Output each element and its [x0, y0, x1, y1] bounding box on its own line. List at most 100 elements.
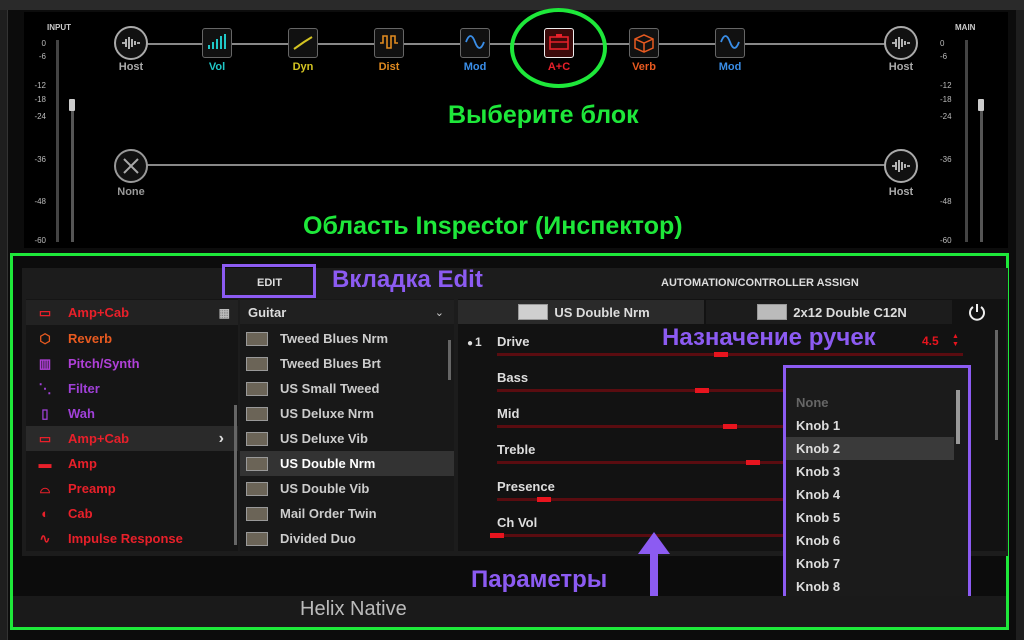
model-item[interactable]: Tweed Blues Brt	[240, 351, 454, 376]
model-filter-dropdown[interactable]: Guitar ⌄	[240, 300, 454, 324]
model-item[interactable]: Mail Order Twin	[240, 501, 454, 526]
power-icon	[969, 304, 985, 321]
main-fader-track	[980, 100, 983, 242]
knob-option[interactable]: Knob 4	[786, 483, 954, 506]
param-label-bass: Bass	[497, 370, 529, 385]
edit-tab-annotation: Вкладка Edit	[332, 266, 483, 293]
block-vol[interactable]	[202, 28, 232, 58]
none-input-block[interactable]	[114, 149, 148, 183]
model-item[interactable]: Tweed Blues Nrm	[240, 326, 454, 351]
param-slider-handle[interactable]	[723, 424, 737, 429]
param-readout: 4.5	[922, 334, 939, 348]
model-item[interactable]: US Small Tweed	[240, 376, 454, 401]
category-item-filter[interactable]: ⋱ Filter	[26, 376, 238, 401]
amp-thumbnail	[246, 506, 268, 521]
knob-option[interactable]: Knob 7	[786, 552, 954, 575]
input-fader[interactable]	[69, 99, 75, 111]
input-meter-tick: -36	[34, 155, 46, 164]
helix-native-window: INPUT MAIN None Host Выберите блок Облас…	[0, 0, 1024, 640]
block-a-c[interactable]	[544, 28, 574, 58]
host-block-input[interactable]	[114, 26, 148, 60]
block-label: Host	[888, 61, 914, 73]
category-label: Amp	[68, 456, 97, 471]
host-output-block-2[interactable]	[884, 149, 918, 183]
category-item-cab[interactable]: ◐ Cab	[26, 501, 238, 526]
knob-assign-dropdown[interactable]: None Knob 1 Knob 2 Knob 3 Knob 4 Knob 5 Knob 6…	[783, 365, 971, 601]
block-label: Verb	[632, 61, 656, 73]
model-label: US Deluxe Nrm	[280, 406, 374, 421]
model-item[interactable]: US Deluxe Nrm	[240, 401, 454, 426]
param-track[interactable]	[497, 353, 963, 356]
cab-model-name: 2x12 Double C12N	[793, 304, 907, 320]
knob-option[interactable]: Knob 6	[786, 529, 954, 552]
knob-option[interactable]: None	[786, 391, 954, 414]
grid-view-icon[interactable]: ▦	[219, 306, 230, 320]
main-fader[interactable]	[978, 99, 984, 111]
footer-title: Helix Native	[300, 598, 407, 620]
block-dist[interactable]	[374, 28, 404, 58]
model-item[interactable]: Divided Duo	[240, 526, 454, 551]
parameter-scrollbar[interactable]	[995, 330, 998, 440]
category-scrollbar[interactable]	[234, 405, 237, 545]
param-slider-handle[interactable]	[714, 352, 728, 357]
model-label: US Small Tweed	[280, 381, 380, 396]
category-item-wah[interactable]: ▯ Wah	[26, 401, 238, 426]
knob-option[interactable]: Knob 3	[786, 460, 954, 483]
category-item-pitch-synth[interactable]: ▥ Pitch/Synth	[26, 351, 238, 376]
category-item-impulse-response[interactable]: ∿ Impulse Response	[26, 526, 238, 551]
category-item-amp[interactable]: ▬ Amp	[26, 451, 238, 476]
amp-thumbnail	[518, 304, 549, 320]
cab-model-tab[interactable]: 2x12 Double C12N	[706, 300, 952, 324]
model-item[interactable]: US Double Vib	[240, 476, 454, 501]
category-label: Cab	[68, 506, 93, 521]
param-slider-handle[interactable]	[537, 497, 551, 502]
model-item[interactable]: US Double Nrm	[240, 451, 454, 476]
block-verb[interactable]	[629, 28, 659, 58]
block-mod-2[interactable]	[715, 28, 745, 58]
dropdown-scrollbar[interactable]	[956, 390, 960, 444]
block-label: Vol	[208, 61, 226, 73]
footer-bar	[13, 596, 1006, 627]
block-dyn[interactable]	[288, 28, 318, 58]
model-filter-value: Guitar	[248, 304, 287, 320]
category-header[interactable]: ▭ Amp+Cab ▦	[26, 300, 238, 325]
knob-option[interactable]: Knob 8	[786, 575, 954, 598]
top-bar	[0, 0, 1024, 10]
modulation-icon	[465, 35, 485, 49]
input-meter-tick: -18	[34, 95, 46, 104]
category-item-reverb[interactable]: ⬡ Reverb	[26, 326, 238, 351]
knob-option[interactable]: Knob 2	[786, 437, 954, 460]
param-slider-handle[interactable]	[490, 533, 504, 538]
power-button[interactable]	[962, 300, 992, 324]
param-stepper-icon[interactable]: ▲▼	[952, 333, 960, 349]
model-label: Tweed Blues Nrm	[280, 331, 389, 346]
cab-thumbnail	[757, 304, 788, 320]
main-meter-tick: -18	[940, 95, 952, 104]
amp-cab-icon: ▭	[38, 304, 52, 320]
category-item-preamp[interactable]: ⌓ Preamp	[26, 476, 238, 501]
block-mod[interactable]	[460, 28, 490, 58]
controller-icon: ●	[467, 338, 474, 349]
param-label-drive: Drive	[497, 334, 530, 349]
knob-option[interactable]: Knob 1	[786, 414, 954, 437]
model-scrollbar[interactable]	[448, 340, 451, 380]
knob-option[interactable]: Knob 5	[786, 506, 954, 529]
tab-edit[interactable]: EDIT	[257, 277, 282, 289]
main-meter	[965, 40, 968, 242]
host-block-output[interactable]	[884, 26, 918, 60]
cab-icon: ◐	[41, 506, 49, 521]
model-label: US Deluxe Vib	[280, 431, 368, 446]
model-label: Tweed Blues Brt	[280, 356, 381, 371]
amp-model-tab[interactable]: US Double Nrm	[458, 300, 704, 324]
param-slider-handle[interactable]	[695, 388, 709, 393]
category-label: Preamp	[68, 481, 116, 496]
category-item-amp-cab[interactable]: ▭ Amp+Cab ›	[26, 426, 238, 451]
dynamics-icon	[293, 36, 313, 50]
knob-assignment-indicator[interactable]: ● 1	[467, 335, 482, 349]
param-slider-handle[interactable]	[746, 460, 760, 465]
tab-automation-controller-assign[interactable]: AUTOMATION/CONTROLLER ASSIGN	[661, 277, 859, 289]
param-label-treble: Treble	[497, 442, 536, 457]
amp-icon: ▬	[38, 456, 52, 471]
knob-number: 1	[475, 335, 482, 349]
model-item[interactable]: US Deluxe Vib	[240, 426, 454, 451]
